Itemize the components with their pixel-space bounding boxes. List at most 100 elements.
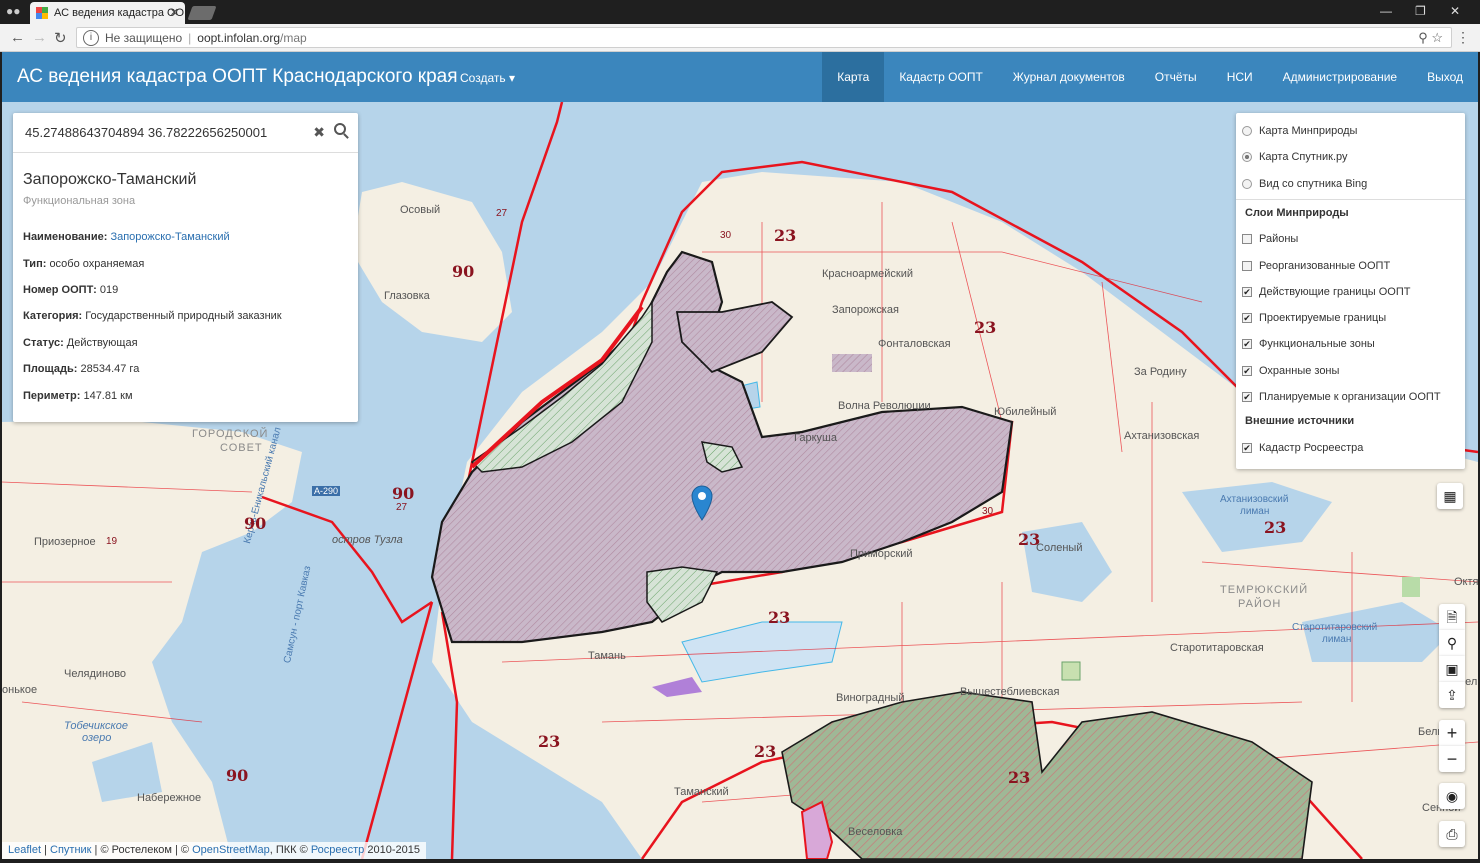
zone-number: 23	[774, 226, 797, 245]
feature-title: Запорожско-Таманский	[23, 171, 197, 188]
district-label: РАЙОН	[1238, 598, 1282, 610]
layer-group-title: Внешние источники	[1245, 415, 1355, 427]
layers-toggle-icon[interactable]: ▦	[1437, 483, 1463, 509]
new-document-icon[interactable]: 🗎	[1439, 604, 1465, 630]
create-dropdown[interactable]: Создать ▾	[460, 71, 515, 85]
menu-journal[interactable]: Журнал документов	[998, 52, 1140, 102]
info-icon[interactable]: i	[83, 29, 99, 46]
app-brand[interactable]: АС ведения кадастра ООПТ Краснодарского …	[17, 66, 458, 88]
field-type: Тип: особо охраняемая	[23, 258, 145, 270]
select-area-icon[interactable]: ▣	[1439, 656, 1465, 682]
address-bar[interactable]: i Не защищено | oopt.infolan.org/map ⚲ ☆	[76, 27, 1452, 48]
layer-group-title: Слои Минприроды	[1245, 207, 1349, 219]
place-label: Виноградный	[836, 692, 905, 704]
overlay-rosreestr[interactable]: ✔ Кадастр Росреестра	[1242, 442, 1363, 454]
district-label: ГОРОДСКОЙ	[192, 428, 269, 440]
place-label: Набережное	[137, 792, 202, 804]
feature-name-link[interactable]: Запорожско-Таманский	[110, 231, 229, 243]
overlay-projected-borders[interactable]: ✔ Проектируемые границы	[1242, 312, 1386, 324]
menu-cadastre[interactable]: Кадастр ООПТ	[884, 52, 997, 102]
overlay-reorganized[interactable]: Реорганизованные ООПТ	[1242, 260, 1390, 272]
new-tab-button[interactable]	[187, 6, 217, 20]
clear-search-icon[interactable]: ✖	[313, 124, 325, 141]
field-name: Наименование: Запорожско-Таманский	[23, 231, 230, 243]
zone-number-small: 30	[720, 230, 732, 241]
coordinate-search-input[interactable]	[23, 124, 307, 141]
map-marker-icon[interactable]	[691, 485, 713, 521]
base-layer-sputnik[interactable]: Карта Спутник.ру	[1242, 151, 1348, 163]
menu-map[interactable]: Карта	[822, 52, 885, 102]
app-navbar: АС ведения кадастра ООПТ Краснодарского …	[2, 52, 1478, 102]
upload-icon[interactable]: ⇪	[1439, 682, 1465, 708]
locate-icon[interactable]: ◉	[1439, 783, 1465, 809]
leaflet-link[interactable]: Leaflet	[8, 844, 41, 856]
maximize-icon[interactable]: ❐	[1415, 4, 1426, 18]
place-label: Веселовка	[848, 826, 903, 838]
reload-icon[interactable]: ↻	[54, 29, 67, 47]
zone-number: 90	[226, 766, 249, 785]
sputnik-link[interactable]: Спутник	[50, 844, 91, 856]
road-label: А-290	[312, 486, 341, 496]
district-label: ТЕМРЮКСКИЙ	[1220, 584, 1309, 596]
place-label: Октя	[1454, 576, 1478, 588]
place-label: Челядиново	[64, 668, 127, 680]
back-icon[interactable]: ←	[10, 29, 25, 46]
overlay-protection-zones[interactable]: ✔ Охранные зоны	[1242, 365, 1339, 377]
radio-button[interactable]	[1242, 126, 1252, 136]
browser-titlebar: ●● АС ведения кадастра ОО ✕ — ❐ ✕	[0, 0, 1480, 24]
water-label: лиман	[1240, 506, 1270, 517]
place-label: онькое	[2, 684, 38, 696]
close-window-icon[interactable]: ✕	[1450, 4, 1460, 18]
checkbox[interactable]: ✔	[1242, 339, 1252, 349]
base-layer-bing[interactable]: Вид со спутника Bing	[1242, 178, 1367, 190]
overlay-planned[interactable]: ✔ Планируемые к организации ООПТ	[1242, 391, 1441, 403]
field-perimeter: Периметр: 147.81 км	[23, 390, 133, 402]
place-label: Гаркуша	[794, 432, 837, 444]
rosreestr-link[interactable]: Росреестр	[311, 844, 364, 856]
address-url: oopt.infolan.org/map	[197, 30, 307, 45]
zone-number: 23	[1018, 530, 1041, 549]
zone-number: 90	[452, 262, 475, 281]
checkbox[interactable]: ✔	[1242, 392, 1252, 402]
browser-menu-icon[interactable]: ⋮	[1456, 29, 1470, 46]
search-icon[interactable]	[334, 123, 346, 135]
browser-tab[interactable]: АС ведения кадастра ОО ✕	[30, 2, 185, 24]
menu-reports[interactable]: Отчёты	[1140, 52, 1212, 102]
forward-icon[interactable]: →	[32, 29, 47, 46]
minimize-icon[interactable]: —	[1380, 4, 1392, 18]
water-label: Старотитаровский	[1292, 622, 1378, 633]
checkbox[interactable]	[1242, 261, 1252, 271]
osm-link[interactable]: OpenStreetMap	[192, 844, 270, 856]
main-menu: Карта Кадастр ООПТ Журнал документов Отч…	[822, 52, 1478, 102]
district-label: СОВЕТ	[220, 442, 263, 454]
checkbox[interactable]: ✔	[1242, 313, 1252, 323]
menu-nsi[interactable]: НСИ	[1212, 52, 1268, 102]
place-label: Приморский	[850, 548, 913, 560]
checkbox[interactable]: ✔	[1242, 443, 1252, 453]
water-label: Тобечикское	[64, 720, 128, 732]
zoom-in-button[interactable]: +	[1439, 720, 1465, 746]
place-label: Соленый	[1036, 542, 1083, 554]
overlay-districts[interactable]: Районы	[1242, 233, 1298, 245]
field-number: Номер ООПТ: 019	[23, 284, 119, 296]
radio-button[interactable]	[1242, 179, 1252, 189]
checkbox[interactable]: ✔	[1242, 366, 1252, 376]
base-layer-minprirody[interactable]: Карта Минприроды	[1242, 125, 1357, 137]
menu-logout[interactable]: Выход	[1412, 52, 1478, 102]
incognito-icon: ●●	[6, 4, 21, 18]
overlay-active-borders[interactable]: ✔ Действующие границы ООПТ	[1242, 286, 1410, 298]
checkbox[interactable]: ✔	[1242, 287, 1252, 297]
radio-button[interactable]	[1242, 152, 1252, 162]
place-label: Волна Революции	[838, 400, 931, 412]
tab-close-icon[interactable]: ✕	[170, 6, 179, 19]
marker-tool-icon[interactable]: ⚲	[1439, 630, 1465, 656]
tab-title: АС ведения кадастра ОО	[54, 7, 185, 19]
overlay-functional-zones[interactable]: ✔ Функциональные зоны	[1242, 338, 1375, 350]
checkbox[interactable]	[1242, 234, 1252, 244]
menu-admin[interactable]: Администрирование	[1268, 52, 1412, 102]
security-label: Не защищено	[105, 30, 183, 45]
print-icon[interactable]: ⎙	[1439, 821, 1465, 847]
zoom-star-icons[interactable]: ⚲ ☆	[1418, 30, 1443, 46]
zone-number: 23	[1264, 518, 1287, 537]
zoom-out-button[interactable]: −	[1439, 746, 1465, 772]
